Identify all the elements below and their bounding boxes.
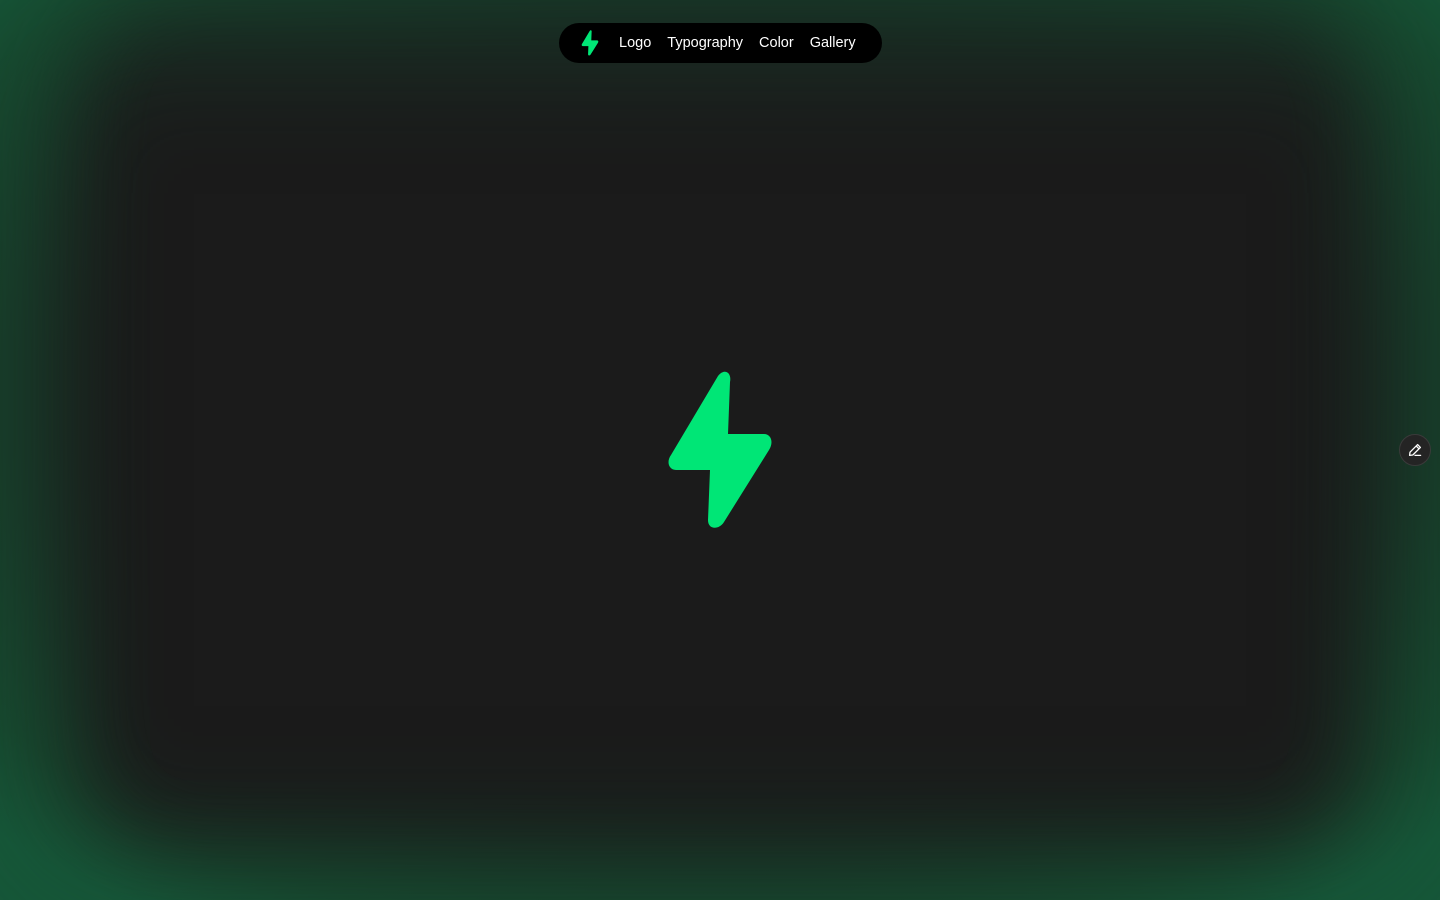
nav-link-typography[interactable]: Typography <box>667 23 743 63</box>
hero-logo <box>668 370 772 531</box>
nav-link-logo[interactable]: Logo <box>619 23 651 63</box>
edit-button[interactable] <box>1399 434 1431 466</box>
nav-link-gallery[interactable]: Gallery <box>810 23 856 63</box>
lightning-bolt-icon <box>581 30 599 56</box>
nav-link-color[interactable]: Color <box>759 23 794 63</box>
pencil-icon <box>1408 443 1422 457</box>
top-nav: Logo Typography Color Gallery <box>559 23 882 63</box>
page-canvas: Logo Typography Color Gallery <box>0 0 1440 900</box>
nav-home-logo[interactable] <box>581 30 599 56</box>
lightning-bolt-icon <box>668 371 772 528</box>
